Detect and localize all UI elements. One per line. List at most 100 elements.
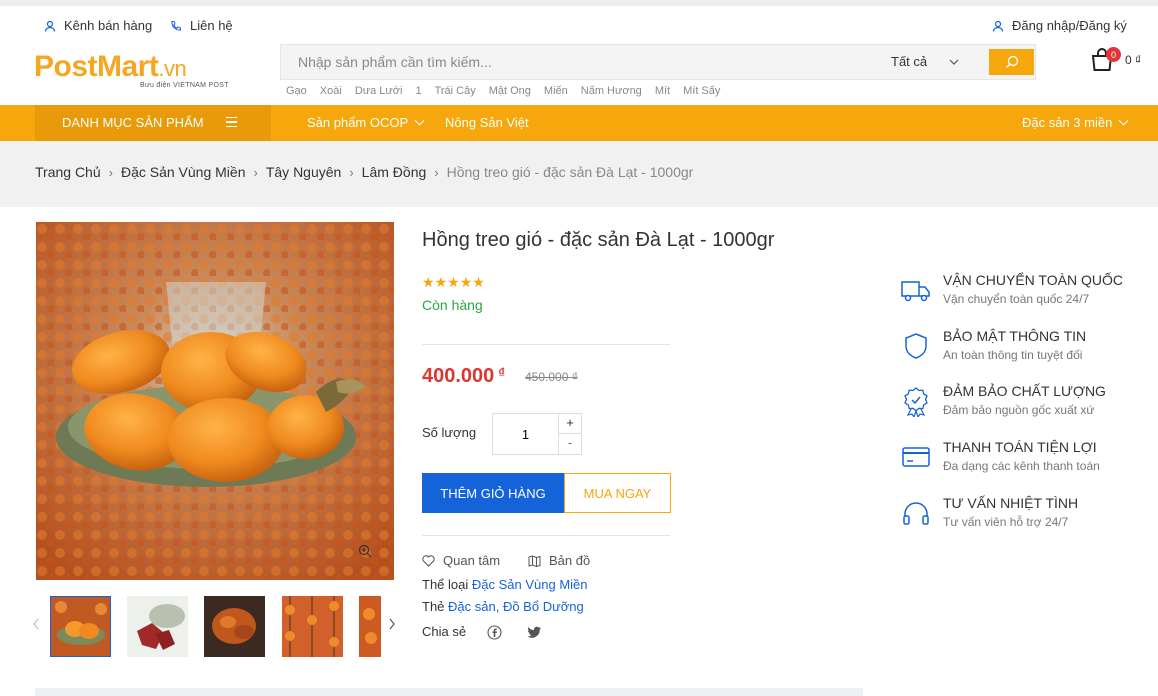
chevron-left-icon[interactable] — [32, 618, 40, 630]
logo-subtitle: Bưu điện VIETNAM POST — [140, 82, 229, 89]
search-input[interactable] — [281, 45, 871, 79]
tag-link[interactable]: Mít — [655, 85, 670, 97]
hamburger-icon — [226, 117, 237, 127]
main-nav: DANH MỤC SẢN PHẨM Sản phẩm OCOP Nông Sản… — [0, 105, 1158, 141]
zoom-button[interactable] — [358, 544, 372, 561]
seller-channel-link[interactable]: Kênh bán hàng — [44, 18, 152, 33]
headphones-icon — [903, 502, 929, 525]
description-tabs-strip — [35, 688, 863, 696]
service-subtitle: Tư vấn viên hỗ trợ 24/7 — [943, 515, 1069, 529]
quantity-increase-button[interactable]: + — [558, 414, 581, 434]
share-row: Chia sẻ — [422, 624, 466, 639]
breadcrumb-item[interactable]: Lâm Đồng — [362, 164, 427, 180]
tag-link[interactable]: Dưa Lưới — [355, 85, 403, 97]
nav-item-label: Sản phẩm OCOP — [307, 115, 409, 130]
price-value: 400.000 — [422, 365, 495, 387]
quantity-input[interactable] — [493, 414, 558, 454]
tag-link[interactable]: Nấm Hương — [581, 85, 642, 97]
thumbnail-5[interactable] — [359, 596, 381, 657]
service-subtitle: Đảm bảo nguồn gốc xuất xứ — [943, 403, 1095, 417]
tag-link[interactable]: Xoài — [320, 85, 342, 97]
thumbnail-1[interactable] — [50, 596, 111, 657]
cart-count-badge: 0 — [1106, 47, 1121, 62]
nav-item-regional[interactable]: Đặc sản 3 miền — [1022, 115, 1129, 130]
service-subtitle: An toàn thông tin tuyệt đối — [943, 348, 1083, 362]
chevron-right-icon: › — [253, 164, 258, 180]
search-category-label: Tất cả — [891, 54, 928, 69]
chevron-down-icon — [949, 59, 959, 65]
contact-link[interactable]: Liên hệ — [170, 18, 233, 33]
chevron-right-icon: › — [349, 164, 354, 180]
breadcrumb-item[interactable]: Đặc Sản Vùng Miền — [121, 164, 246, 180]
wishlist-link[interactable]: Quan tâm — [422, 553, 500, 568]
quantity-decrease-button[interactable]: - — [558, 434, 581, 454]
tag-links[interactable]: Đặc sản, Đồ Bổ Dưỡng — [448, 599, 584, 614]
share-label: Chia sẻ — [422, 624, 467, 639]
category-link[interactable]: Đặc Sản Vùng Miền — [472, 577, 588, 592]
thumbnail-3[interactable] — [204, 596, 265, 657]
category-label: Thể loại — [422, 577, 469, 592]
chevron-down-icon — [414, 115, 425, 126]
login-link[interactable]: Đăng nhập/Đăng ký — [992, 18, 1127, 33]
product-tags: Thẻ Đặc sản, Đồ Bổ Dưỡng — [422, 599, 584, 614]
logo-tld: .vn — [158, 56, 187, 81]
twitter-icon[interactable] — [527, 626, 542, 639]
breadcrumb: Trang Chủ › Đặc Sản Vùng Miền › Tây Nguy… — [0, 141, 1158, 207]
user-icon — [992, 20, 1004, 32]
service-title: BẢO MẬT THÔNG TIN — [943, 328, 1087, 344]
star-icon: ★ — [472, 274, 485, 290]
login-label: Đăng nhập/Đăng ký — [1012, 18, 1127, 33]
service-security: BẢO MẬT THÔNG TIN An toàn thông tin tuyệ… — [900, 328, 1140, 368]
site-logo[interactable]: PostMart.vn — [34, 50, 187, 84]
buy-now-button[interactable]: MUA NGAY — [564, 473, 671, 513]
star-icon: ★ — [434, 274, 448, 290]
category-menu-button[interactable]: DANH MỤC SẢN PHẨM — [35, 105, 271, 141]
breadcrumb-item[interactable]: Tây Nguyên — [266, 164, 341, 180]
quantity-label: Số lượng — [422, 425, 477, 440]
nav-item-label: Đặc sản 3 miền — [1022, 115, 1113, 130]
credit-card-icon — [902, 447, 930, 467]
tag-link[interactable]: Gạo — [286, 85, 307, 97]
service-subtitle: Đa dạng các kênh thanh toán — [943, 459, 1100, 473]
old-price: 450.000 ₫ — [525, 370, 578, 384]
star-icon: ★ — [422, 274, 435, 290]
product-main-image[interactable] — [36, 222, 394, 580]
logo-text: PostMart — [34, 50, 159, 83]
chevron-down-icon — [1118, 115, 1129, 126]
nav-item-ocop[interactable]: Sản phẩm OCOP — [307, 115, 425, 130]
service-title: VẬN CHUYỂN TOÀN QUỐC — [943, 272, 1123, 288]
phone-icon — [171, 20, 181, 31]
star-icon: ★ — [447, 274, 460, 290]
service-support: TƯ VẤN NHIỆT TÌNH Tư vấn viên hỗ trợ 24/… — [900, 495, 1140, 535]
divider — [422, 535, 670, 536]
facebook-icon[interactable] — [487, 625, 502, 640]
map-icon — [528, 554, 541, 567]
thumbnail-2[interactable] — [127, 596, 188, 657]
chevron-right-icon[interactable] — [388, 618, 396, 630]
seller-channel-label: Kênh bán hàng — [64, 18, 153, 33]
quantity-stepper: + - — [492, 413, 582, 455]
map-link[interactable]: Bản đồ — [528, 553, 590, 568]
tag-link[interactable]: Mật Ong — [489, 85, 531, 97]
thumbnail-4[interactable] — [282, 596, 343, 657]
price: 400.000 ₫ — [422, 365, 505, 388]
price-currency: ₫ — [498, 365, 505, 380]
search-button[interactable] — [989, 49, 1034, 75]
category-menu-label: DANH MỤC SẢN PHẨM — [62, 115, 204, 130]
stock-status: Còn hàng — [422, 297, 483, 313]
search-bar: Tất cả — [280, 44, 1036, 80]
tag-link[interactable]: 1 — [415, 85, 421, 97]
search-category-select[interactable]: Tất cả — [891, 54, 959, 69]
add-to-cart-button[interactable]: THÊM GIỎ HÀNG — [422, 473, 564, 513]
tag-link[interactable]: Mít Sấy — [683, 85, 720, 97]
nav-item-agri[interactable]: Nông Sản Việt — [445, 115, 529, 130]
chevron-right-icon: › — [108, 164, 113, 180]
tag-link[interactable]: Miến — [544, 85, 568, 97]
breadcrumb-item[interactable]: Trang Chủ — [35, 164, 101, 180]
service-quality: ĐẢM BẢO CHẤT LƯỢNG Đảm bảo nguồn gốc xuấ… — [900, 383, 1140, 423]
popular-tags: Gạo Xoài Dưa Lưới 1 Trái Cây Mật Ong Miế… — [286, 85, 720, 97]
user-icon — [44, 20, 56, 32]
search-icon — [1005, 55, 1018, 68]
service-title: TƯ VẤN NHIỆT TÌNH — [943, 495, 1079, 511]
tag-link[interactable]: Trái Cây — [435, 85, 476, 97]
